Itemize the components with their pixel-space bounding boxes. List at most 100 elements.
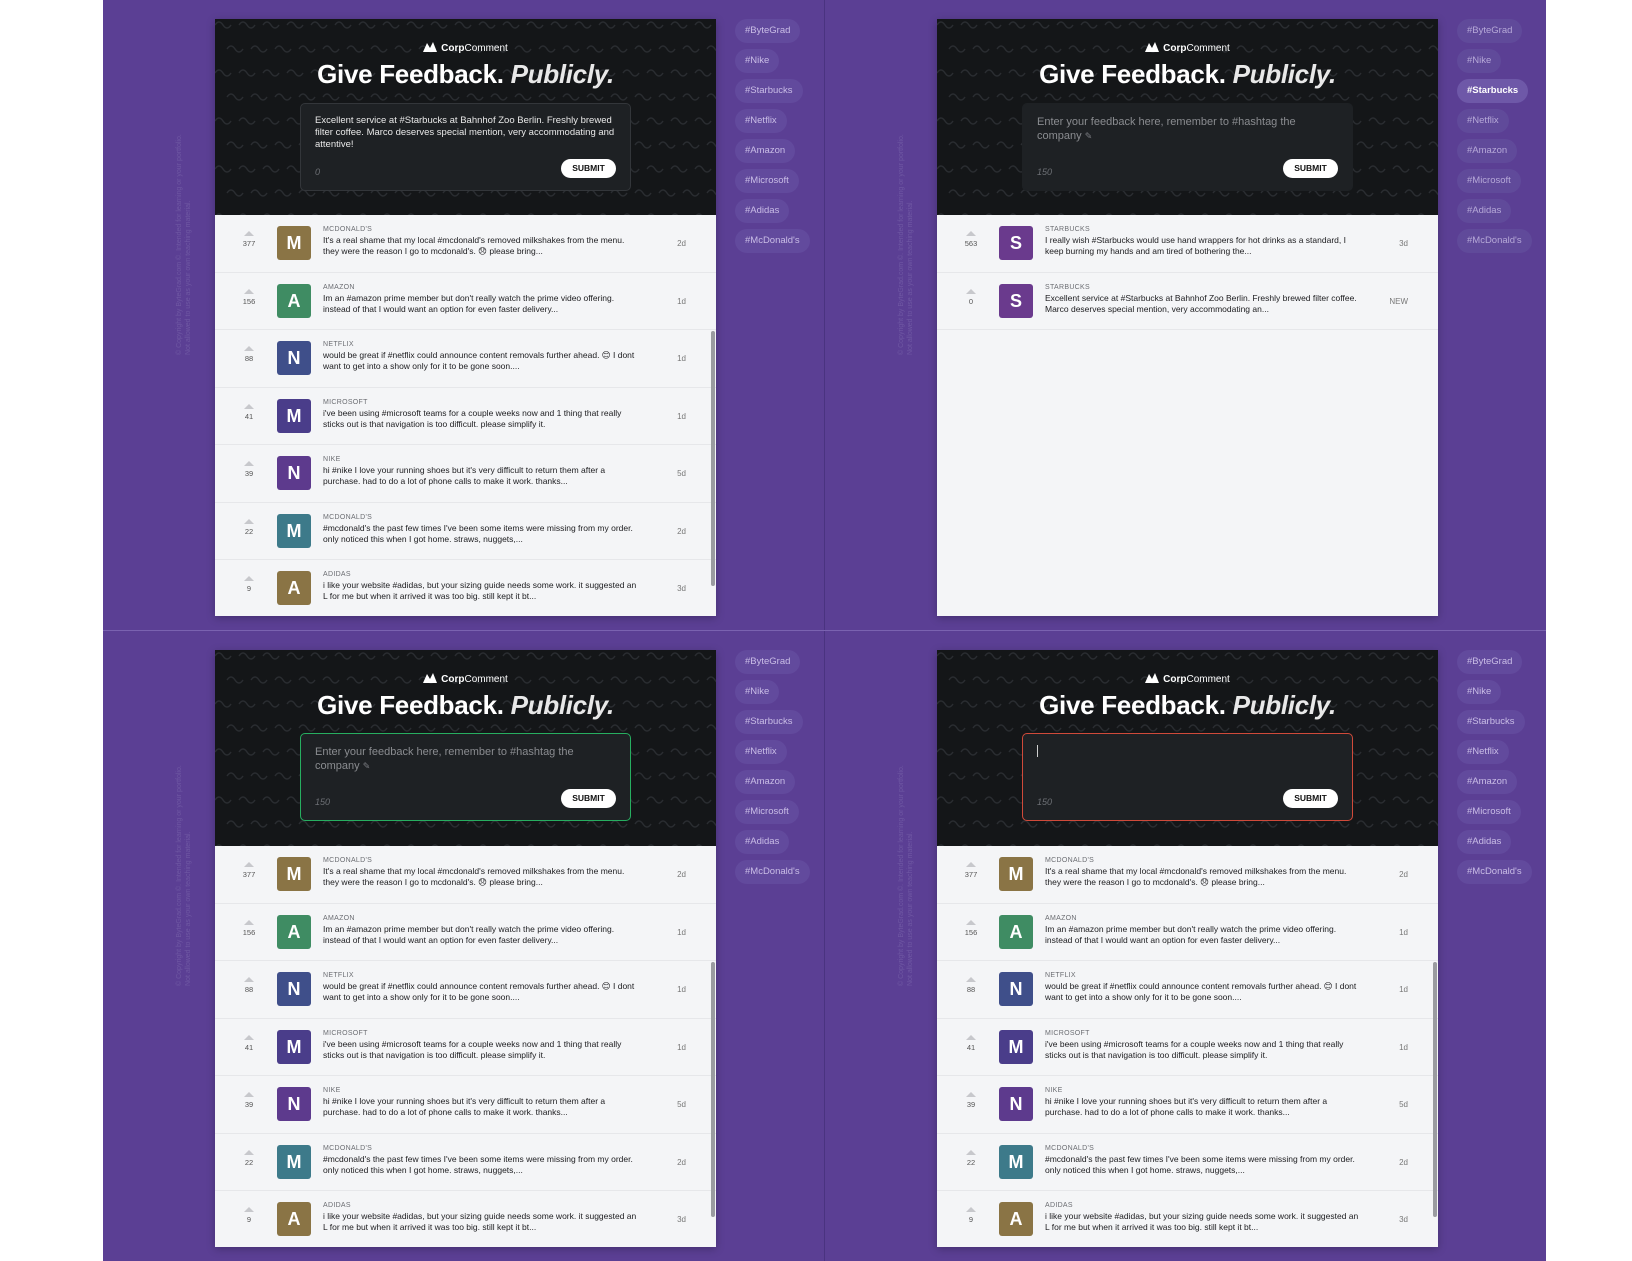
- hashtag-button[interactable]: #Netflix: [735, 109, 787, 133]
- feedback-textarea[interactable]: Enter your feedback here, remember to #h…: [315, 745, 615, 773]
- submit-button[interactable]: SUBMIT: [561, 159, 616, 178]
- hashtag-button[interactable]: #ByteGrad: [1457, 19, 1523, 43]
- upvote-button[interactable]: 88: [233, 977, 265, 994]
- hashtag-button[interactable]: #Microsoft: [1457, 169, 1521, 193]
- upvote-button[interactable]: 22: [233, 518, 265, 536]
- hashtag-button[interactable]: #McDonald's: [735, 229, 810, 253]
- hashtag-button[interactable]: #McDonald's: [1457, 229, 1532, 253]
- feedback-form[interactable]: Enter your feedback here, remember to #h…: [1022, 103, 1353, 191]
- hashtag-button[interactable]: #ByteGrad: [735, 19, 801, 43]
- hashtag-button[interactable]: #Starbucks: [735, 79, 803, 103]
- submit-button[interactable]: SUBMIT: [1283, 159, 1338, 178]
- upvote-button[interactable]: 156: [233, 919, 265, 937]
- hashtag-button[interactable]: #Amazon: [1457, 770, 1518, 794]
- pattern-squiggle: [1380, 772, 1398, 780]
- submit-button[interactable]: SUBMIT: [561, 789, 616, 808]
- pattern-squiggle: [215, 117, 232, 125]
- feedback-item: 22 M MCDONALD'S #mcdonald's the past few ti…: [937, 1133, 1438, 1191]
- upvote-button[interactable]: 156: [233, 288, 265, 306]
- hashtag-button[interactable]: #McDonald's: [735, 860, 810, 884]
- feedback-content: NETFLIX would be great if #netflix could …: [1045, 972, 1360, 1003]
- company-badge: M: [277, 1144, 311, 1179]
- feedback-form[interactable]: Excellent service at #Starbucks at Bahnh…: [300, 103, 631, 191]
- logo[interactable]: CorpComment: [215, 42, 716, 54]
- title-accent: Publicly.: [510, 690, 615, 720]
- feedback-textarea[interactable]: Enter your feedback here, remember to #h…: [1037, 115, 1337, 143]
- pattern-squiggle: [1236, 93, 1254, 101]
- pattern-squiggle: [238, 117, 256, 125]
- hashtag-button[interactable]: #Nike: [1457, 680, 1502, 704]
- hashtag-button[interactable]: #ByteGrad: [1457, 650, 1523, 674]
- pencil-icon: ✎: [1084, 131, 1093, 141]
- pattern-squiggle: [538, 820, 556, 828]
- hashtag-button[interactable]: #Nike: [1457, 49, 1502, 73]
- upvote-arrow-icon: [244, 576, 254, 581]
- upvote-button[interactable]: 377: [233, 862, 265, 879]
- upvote-button[interactable]: 9: [233, 1207, 265, 1224]
- list-scrollbar[interactable]: [1433, 962, 1437, 1217]
- hashtag-button[interactable]: #Adidas: [1457, 830, 1512, 854]
- feedback-form[interactable]: 150 SUBMIT: [1022, 733, 1353, 821]
- hashtag-button[interactable]: #Microsoft: [1457, 800, 1521, 824]
- feedback-item: 22 M MCDONALD'S #mcdonald's the past few ti…: [215, 502, 716, 560]
- upvote-button[interactable]: 39: [233, 1092, 265, 1109]
- upvote-button[interactable]: 39: [955, 1092, 987, 1109]
- company-badge: N: [277, 341, 311, 375]
- logo[interactable]: CorpComment: [937, 673, 1438, 685]
- upvote-button[interactable]: 0: [955, 288, 987, 306]
- pattern-squiggle: [502, 21, 520, 29]
- hashtag-button[interactable]: #Netflix: [1457, 740, 1509, 764]
- upvote-button[interactable]: 41: [955, 1034, 987, 1052]
- pattern-squiggle: [1428, 141, 1438, 148]
- hashtag-button[interactable]: #Amazon: [1457, 139, 1518, 163]
- pattern-squiggle: [1164, 724, 1182, 732]
- upvote-arrow-icon: [244, 1207, 254, 1212]
- pattern-squiggle: [562, 820, 580, 828]
- hashtag-button[interactable]: #Netflix: [735, 740, 787, 764]
- upvote-button[interactable]: 377: [955, 862, 987, 879]
- hashtag-button[interactable]: #Amazon: [735, 139, 796, 163]
- feedback-textarea[interactable]: [1037, 745, 1038, 757]
- pattern-squiggle: [960, 652, 978, 660]
- hashtag-button[interactable]: #Nike: [735, 680, 780, 704]
- submit-button[interactable]: SUBMIT: [1283, 789, 1338, 808]
- upvote-button[interactable]: 39: [233, 461, 265, 478]
- hashtag-button[interactable]: #McDonald's: [1457, 860, 1532, 884]
- pattern-squiggle: [948, 724, 966, 732]
- hashtag-button[interactable]: #Microsoft: [735, 169, 799, 193]
- upvote-button[interactable]: 9: [233, 576, 265, 593]
- upvote-button[interactable]: 22: [233, 1149, 265, 1167]
- hashtag-button[interactable]: #Amazon: [735, 770, 796, 794]
- hashtag-button[interactable]: #ByteGrad: [735, 650, 801, 674]
- title-accent: Publicly.: [1232, 59, 1337, 89]
- hashtag-button[interactable]: #Microsoft: [735, 800, 799, 824]
- list-scrollbar[interactable]: [711, 331, 715, 586]
- upvote-button[interactable]: 9: [955, 1207, 987, 1224]
- hashtag-button[interactable]: #Starbucks: [1457, 710, 1525, 734]
- pattern-squiggle: [960, 117, 978, 125]
- upvote-button[interactable]: 88: [233, 346, 265, 363]
- logo[interactable]: CorpComment: [937, 42, 1438, 54]
- hashtag-button[interactable]: #Netflix: [1457, 109, 1509, 133]
- hashtag-button[interactable]: #Starbucks: [735, 710, 803, 734]
- feedback-text: Im an #amazon prime member but don't rea…: [323, 923, 615, 945]
- upvote-button[interactable]: 88: [955, 977, 987, 994]
- hashtag-button[interactable]: #Nike: [735, 49, 780, 73]
- hashtag-button[interactable]: #Adidas: [1457, 199, 1512, 223]
- upvote-button[interactable]: 41: [233, 403, 265, 421]
- upvote-button[interactable]: 41: [233, 1034, 265, 1052]
- hashtag-button[interactable]: #Starbucks: [1457, 79, 1529, 103]
- upvote-button[interactable]: 377: [233, 231, 265, 248]
- list-scrollbar[interactable]: [711, 962, 715, 1217]
- logo[interactable]: CorpComment: [215, 673, 716, 685]
- feedback-form[interactable]: Enter your feedback here, remember to #h…: [300, 733, 631, 821]
- hashtag-button[interactable]: #Adidas: [735, 830, 790, 854]
- pattern-squiggle: [1152, 21, 1170, 29]
- upvote-button[interactable]: 22: [955, 1149, 987, 1167]
- pattern-squiggle: [1188, 820, 1206, 828]
- upvote-button[interactable]: 563: [955, 231, 987, 248]
- feedback-textarea[interactable]: Excellent service at #Starbucks at Bahnh…: [315, 115, 615, 151]
- upvote-button[interactable]: 156: [955, 919, 987, 937]
- company-badge: A: [999, 1202, 1033, 1236]
- hashtag-button[interactable]: #Adidas: [735, 199, 790, 223]
